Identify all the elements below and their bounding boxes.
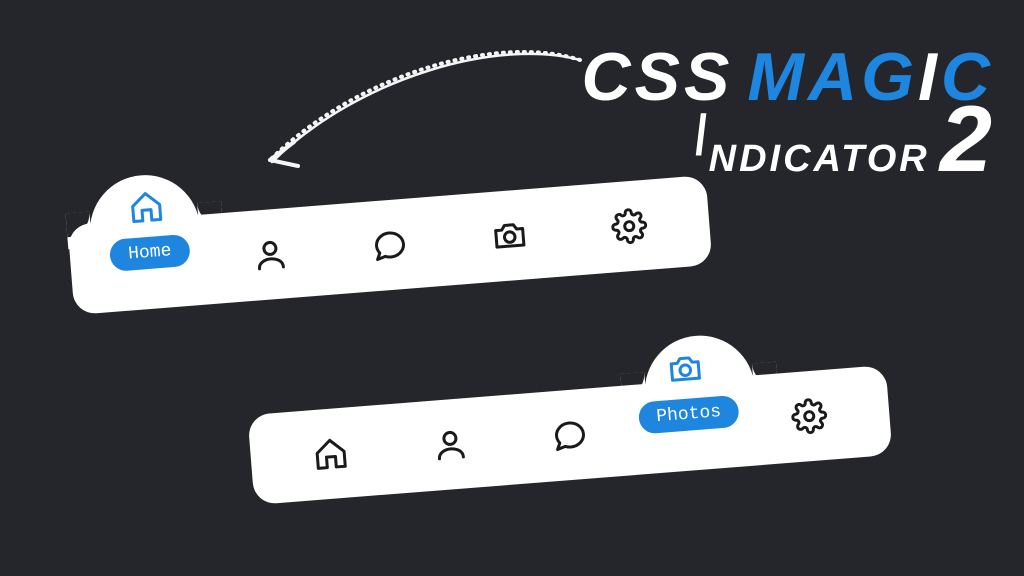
- camera-icon: [666, 349, 705, 388]
- navbar: Home Profile Messages Photos Settings: [247, 365, 892, 505]
- nav-item-settings[interactable]: Settings: [753, 394, 865, 439]
- user-icon: [431, 425, 470, 464]
- nav-item-label: Photos: [637, 395, 740, 435]
- home-icon: [311, 434, 350, 473]
- title-css: CSS: [582, 38, 734, 116]
- nav-item-photos[interactable]: Photos: [453, 213, 565, 258]
- navbar: Home Profile Messages Photos Settings: [67, 175, 712, 315]
- gear-icon: [790, 397, 829, 436]
- nav-item-home[interactable]: Home: [93, 223, 208, 305]
- camera-icon: [490, 216, 529, 255]
- nav-item-profile[interactable]: Profile: [214, 232, 326, 277]
- navbar-example-2: Home Profile Messages Photos Settings: [247, 365, 892, 505]
- home-icon: [127, 188, 166, 227]
- title-indicator: INDICATOR: [695, 138, 930, 181]
- nav-item-profile[interactable]: Profile: [394, 422, 506, 467]
- navbar-example-1: Home Profile Messages Photos Settings: [67, 175, 712, 315]
- chat-icon: [371, 226, 410, 265]
- arrow-annotation: [250, 42, 590, 182]
- nav-item-photos[interactable]: Photos: [632, 384, 747, 466]
- nav-item-settings[interactable]: Settings: [573, 204, 685, 249]
- title-version: 2: [940, 106, 994, 172]
- nav-item-label: Home: [109, 234, 190, 272]
- user-icon: [251, 235, 290, 274]
- nav-item-messages[interactable]: Messages: [514, 413, 626, 458]
- nav-item-home[interactable]: Home: [274, 432, 386, 477]
- nav-item-messages[interactable]: Messages: [334, 223, 446, 268]
- page-title: CSS MAGIC INDICATOR 2: [582, 38, 995, 181]
- gear-icon: [610, 207, 649, 246]
- chat-icon: [551, 416, 590, 455]
